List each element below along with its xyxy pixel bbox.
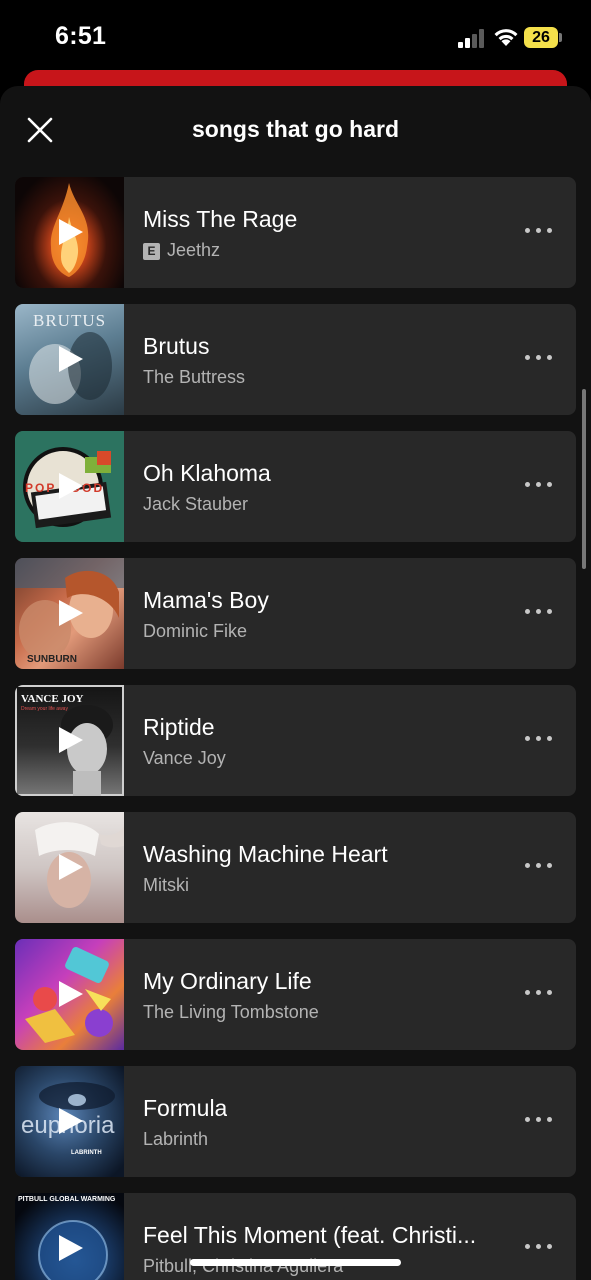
track-artist: Labrinth	[143, 1129, 209, 1149]
more-options-icon[interactable]	[525, 861, 553, 871]
playlist-sheet: songs that go hard Miss The Rage E Jeethz…	[0, 86, 591, 1280]
track-title: Riptide	[143, 714, 215, 740]
more-options-icon[interactable]	[525, 734, 553, 744]
play-icon[interactable]	[59, 854, 83, 880]
track-row[interactable]: PITBULL GLOBAL WARMING Feel This Moment …	[15, 1193, 576, 1280]
track-artist: The Living Tombstone	[143, 1002, 319, 1022]
track-artist: Vance Joy	[143, 748, 226, 768]
album-art	[15, 939, 124, 1050]
track-row[interactable]: Washing Machine Heart Mitski	[15, 812, 576, 923]
more-options-icon[interactable]	[525, 1242, 553, 1252]
cellular-signal-icon	[458, 28, 486, 48]
play-icon[interactable]	[59, 981, 83, 1007]
album-art	[15, 177, 124, 288]
album-art: POP FOOD	[15, 431, 124, 542]
track-title: Oh Klahoma	[143, 460, 271, 486]
track-title: Formula	[143, 1095, 228, 1121]
track-title: Washing Machine Heart	[143, 841, 388, 867]
track-artist: Mitski	[143, 875, 189, 895]
track-row[interactable]: POP FOOD Oh Klahoma Jack Stauber	[15, 431, 576, 542]
play-icon[interactable]	[59, 346, 83, 372]
more-options-icon[interactable]	[525, 226, 553, 236]
play-icon[interactable]	[59, 219, 83, 245]
track-title: My Ordinary Life	[143, 968, 312, 994]
track-row[interactable]: VANCE JOY Dream your life away Riptide V…	[15, 685, 576, 796]
album-art-subtext: LABRINTH	[71, 1150, 102, 1156]
play-icon[interactable]	[59, 1235, 83, 1261]
album-art: SUNBURN	[15, 558, 124, 669]
track-row[interactable]: euphoria LABRINTH Formula Labrinth	[15, 1066, 576, 1177]
album-art: VANCE JOY Dream your life away	[15, 685, 124, 796]
track-title: Brutus	[143, 333, 210, 359]
album-art: BRUTUS	[15, 304, 124, 415]
play-icon[interactable]	[59, 727, 83, 753]
track-row[interactable]: My Ordinary Life The Living Tombstone	[15, 939, 576, 1050]
album-art: PITBULL GLOBAL WARMING	[15, 1193, 124, 1280]
album-art-text: VANCE JOY	[21, 693, 84, 705]
home-indicator[interactable]	[190, 1259, 401, 1266]
track-row[interactable]: Miss The Rage E Jeethz	[15, 177, 576, 288]
battery-tip	[559, 33, 562, 42]
more-options-icon[interactable]	[525, 353, 553, 363]
track-meta: E Jeethz	[143, 240, 220, 261]
wifi-icon	[494, 29, 518, 46]
track-artist: The Buttress	[143, 367, 246, 387]
status-time: 6:51	[55, 22, 107, 50]
explicit-badge: E	[143, 243, 160, 260]
more-options-icon[interactable]	[525, 1115, 553, 1125]
sheet-title: songs that go hard	[192, 116, 399, 142]
album-art-text: PITBULL GLOBAL WARMING	[18, 1196, 116, 1203]
track-list: Miss The Rage E Jeethz BRUTUS Brutus The …	[15, 177, 576, 1280]
track-title: Mama's Boy	[143, 587, 269, 613]
track-title: Miss The Rage	[143, 206, 298, 232]
play-icon[interactable]	[59, 600, 83, 626]
scrollbar[interactable]	[582, 389, 586, 569]
track-row[interactable]: SUNBURN Mama's Boy Dominic Fike	[15, 558, 576, 669]
album-art-text: SUNBURN	[27, 654, 77, 665]
more-options-icon[interactable]	[525, 480, 553, 490]
album-art: euphoria LABRINTH	[15, 1066, 124, 1177]
track-artist: Jeethz	[167, 240, 221, 260]
track-artist: Jack Stauber	[143, 494, 249, 514]
more-options-icon[interactable]	[525, 988, 553, 998]
play-icon[interactable]	[59, 1108, 83, 1134]
battery-indicator: 26	[524, 27, 558, 48]
album-art-subtext: Dream your life away	[21, 706, 68, 712]
play-icon[interactable]	[59, 473, 83, 499]
album-art	[15, 812, 124, 923]
track-row[interactable]: BRUTUS Brutus The Buttress	[15, 304, 576, 415]
more-options-icon[interactable]	[525, 607, 553, 617]
track-artist: Dominic Fike	[143, 621, 248, 641]
track-title: Feel This Moment (feat. Christi...	[143, 1222, 477, 1248]
status-bar: 6:51 26	[0, 0, 591, 72]
